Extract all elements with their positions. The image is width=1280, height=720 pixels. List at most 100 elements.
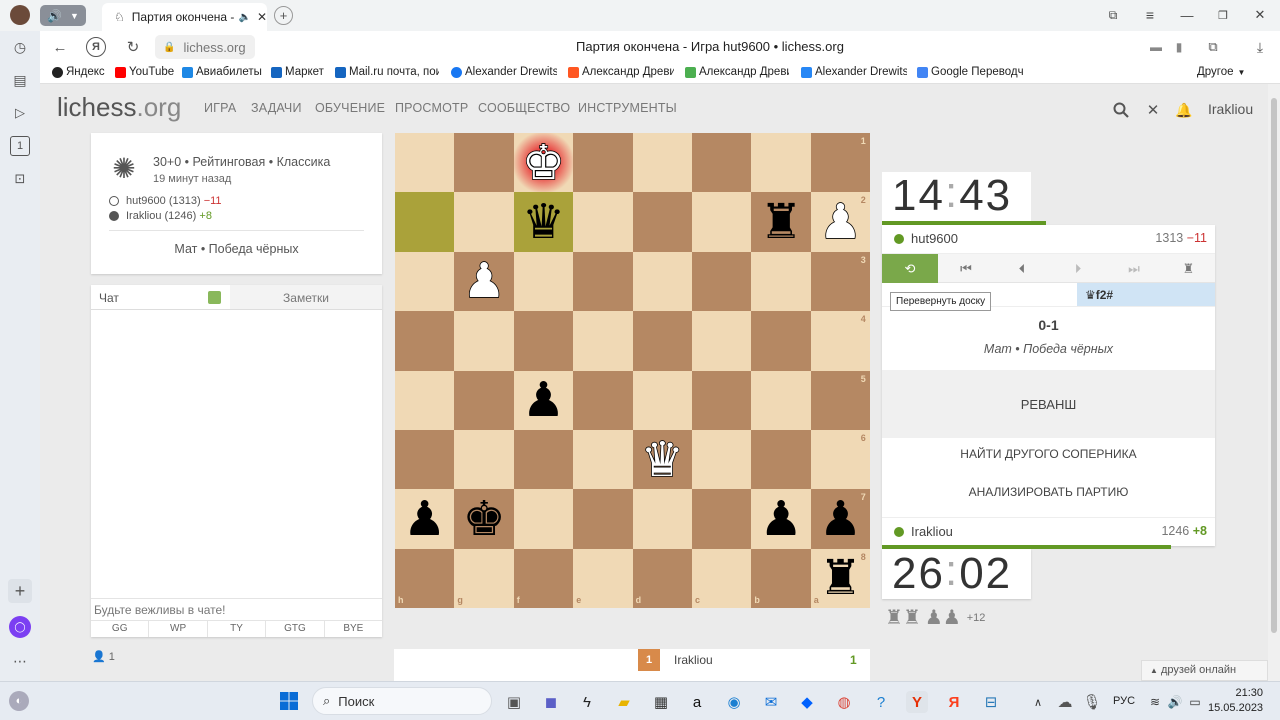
board-square[interactable] <box>632 251 692 312</box>
black-pawn[interactable]: ♟ <box>395 489 454 548</box>
white-queen[interactable]: ♛ <box>633 430 692 489</box>
mail-icon[interactable]: ✉ <box>760 691 782 713</box>
nav-play[interactable]: ИГРА <box>204 101 236 115</box>
board-square[interactable] <box>395 430 455 490</box>
username[interactable]: Irakliou <box>1208 101 1253 117</box>
menu-icon[interactable]: ≡ <box>1141 6 1159 24</box>
preset-bye[interactable]: BYE <box>325 621 382 637</box>
board-square[interactable] <box>632 133 692 193</box>
play-icon[interactable]: ▷ <box>10 103 30 123</box>
board-square[interactable] <box>395 548 455 609</box>
search-icon[interactable] <box>1111 100 1131 120</box>
bookmark-yandex[interactable]: Яндекс <box>52 66 112 78</box>
black-rook[interactable]: ♜ <box>751 192 810 251</box>
nav-learn[interactable]: ОБУЧЕНИЕ <box>315 101 385 115</box>
nav-tools[interactable]: ИНСТРУМЕНТЫ <box>578 101 677 115</box>
board-square[interactable] <box>454 133 514 193</box>
board-square[interactable] <box>632 548 692 609</box>
board-square[interactable] <box>573 311 633 371</box>
board-square[interactable] <box>395 311 455 371</box>
cloud-icon[interactable]: ☁ <box>1054 691 1076 713</box>
board-square[interactable] <box>513 251 574 312</box>
bottom-player-row[interactable]: Irakliou 1246 +8 <box>882 517 1215 546</box>
download-icon[interactable]: ⤓ <box>1251 38 1269 56</box>
tray-chevron-icon[interactable]: ∧ <box>1027 691 1049 713</box>
clock-time[interactable]: 21:30 <box>1213 687 1263 699</box>
bookmark-youtube[interactable]: YouTube <box>115 66 177 78</box>
close-window-icon[interactable]: ✕ <box>1251 6 1269 24</box>
volume-icon[interactable]: 🔊 <box>1164 691 1186 713</box>
rematch-button[interactable]: РЕВАНШ <box>882 370 1215 438</box>
chess-board[interactable]: h g f e d c b a 1 2 3 4 5 6 7 8 ♚ ♛ ♜ ♟ ♟ ♟ ♛ ♟ ♚ ♟ ♟ ♜ <box>395 133 871 609</box>
bookmark-vk[interactable]: Alexander Drewitsl <box>801 66 907 78</box>
board-square[interactable] <box>395 133 455 193</box>
board-square[interactable] <box>692 370 752 430</box>
board-square[interactable] <box>751 133 811 193</box>
board-square[interactable] <box>632 192 692 252</box>
black-pawn[interactable]: ♟ <box>514 371 573 430</box>
site-logo[interactable]: lichess.org <box>57 92 181 123</box>
board-square[interactable] <box>454 192 514 252</box>
new-tab-button[interactable]: + <box>274 6 293 25</box>
board-square[interactable] <box>751 251 811 312</box>
collections-sidebar-icon[interactable]: ▤ <box>10 70 30 90</box>
one-icon[interactable]: 1 <box>10 136 30 156</box>
black-rook[interactable]: ♜ <box>811 549 870 608</box>
weather-icon[interactable]: ◐ <box>9 691 29 711</box>
board-square[interactable] <box>632 311 692 371</box>
help-icon[interactable]: ? <box>870 691 892 713</box>
board-square[interactable] <box>692 430 752 490</box>
board-square[interactable] <box>632 489 692 549</box>
analysis-button[interactable]: ♜ <box>1162 254 1215 283</box>
black-player-row[interactable]: Irakliou (1246) +8 <box>109 210 212 222</box>
black-pawn[interactable]: ♟ <box>811 489 870 548</box>
chrome-icon[interactable]: ◍ <box>833 691 855 713</box>
tab-notes[interactable]: Заметки <box>230 285 382 310</box>
black-king[interactable]: ♚ <box>454 489 513 548</box>
white-player-row[interactable]: hut9600 (1313) −11 <box>109 195 222 207</box>
comment-icon[interactable]: ▬ <box>1147 38 1165 56</box>
swords-icon[interactable]: ✕ <box>1143 100 1163 120</box>
yandex-icon[interactable]: Я <box>943 691 965 713</box>
reload-icon[interactable]: ↻ <box>123 37 143 57</box>
clock-date[interactable]: 15.05.2023 <box>1208 702 1263 714</box>
browser-tab-active[interactable]: ♘ Партия окончена - И 🔈 ✕ <box>102 3 267 31</box>
prev-move-button[interactable]: ⏴ <box>994 254 1050 283</box>
last-move[interactable]: ♛f2# <box>1077 283 1215 306</box>
restore-icon[interactable]: ❐ <box>1214 6 1232 24</box>
remote-icon[interactable]: ⊟ <box>980 691 1002 713</box>
yandex-browser-icon[interactable]: Y <box>906 691 928 713</box>
white-pawn[interactable]: ♟ <box>454 252 513 311</box>
screenshot-icon[interactable]: ⊡ <box>10 169 30 189</box>
bookmark-avia[interactable]: Авиабилеты <box>182 66 262 78</box>
bookmark-translate[interactable]: Google Переводч <box>917 66 1023 78</box>
board-square[interactable] <box>692 311 752 371</box>
board-square[interactable] <box>513 311 574 371</box>
board-square[interactable] <box>751 548 811 609</box>
board-square[interactable] <box>513 548 574 609</box>
dropbox-icon[interactable]: ◆ <box>796 691 818 713</box>
close-tab-icon[interactable]: ✕ <box>257 10 267 24</box>
input-language[interactable]: РУС <box>1113 695 1135 707</box>
preset-wp[interactable]: WP <box>149 621 208 637</box>
bookmark-ok2[interactable]: Александр Древи <box>685 66 789 78</box>
back-icon[interactable]: ← <box>50 37 70 57</box>
flip-board-button[interactable]: ⟲ <box>882 254 938 283</box>
bell-icon[interactable]: 🔔 <box>1174 100 1194 120</box>
sound-button[interactable]: 🔊 ▼ <box>40 5 86 26</box>
analyze-button[interactable]: АНАЛИЗИРОВАТЬ ПАРТИЮ <box>882 485 1215 499</box>
board-square[interactable] <box>454 311 514 371</box>
preset-gtg[interactable]: GTG <box>266 621 325 637</box>
board-square[interactable] <box>751 311 811 371</box>
crosstable-player[interactable]: Irakliou <box>674 653 713 667</box>
board-square[interactable] <box>395 192 455 252</box>
board-square[interactable] <box>513 489 574 549</box>
black-pawn[interactable]: ♟ <box>751 489 810 548</box>
top-player-row[interactable]: hut9600 1313 −11 <box>882 225 1215 254</box>
board-square[interactable] <box>751 370 811 430</box>
board-square[interactable] <box>692 489 752 549</box>
last-move-button[interactable]: ⏭ <box>1106 254 1162 283</box>
board-square[interactable] <box>573 548 633 609</box>
next-move-button[interactable]: ⏵ <box>1050 254 1106 283</box>
board-square[interactable] <box>692 548 752 609</box>
